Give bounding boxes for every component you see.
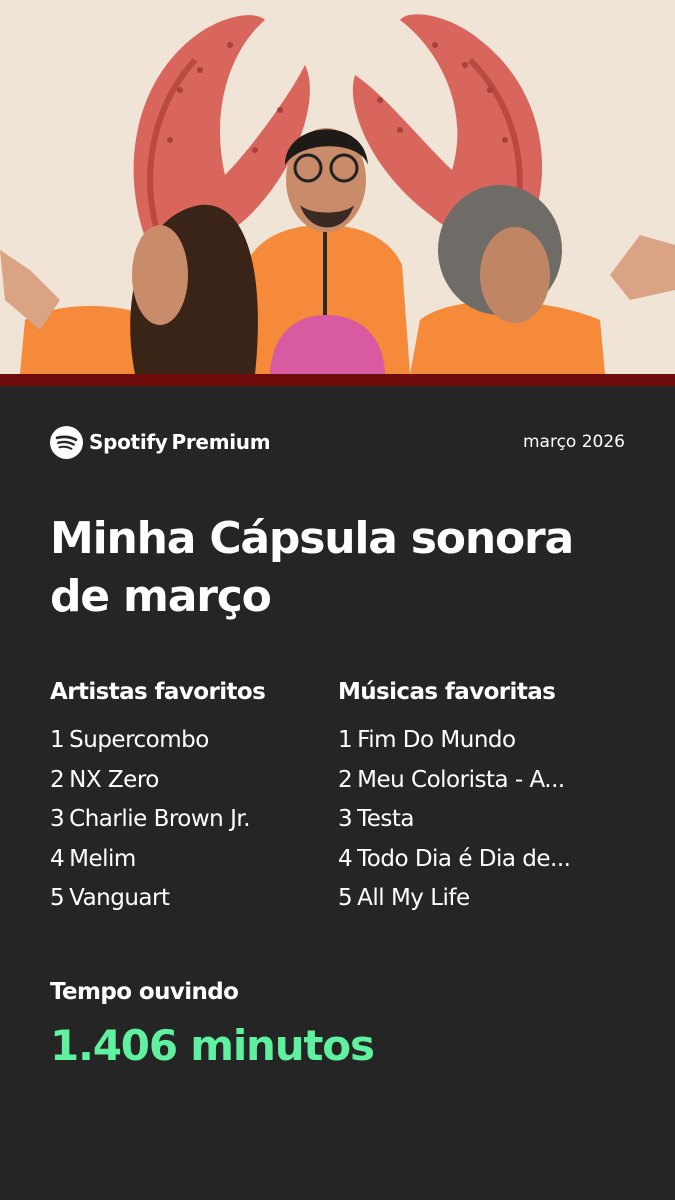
artist-rank: 1 bbox=[50, 727, 65, 753]
hero-divider-strip bbox=[0, 374, 675, 386]
artist-rank: 2 bbox=[50, 766, 65, 793]
top-artists-list: 1 Supercombo 2 NX Zero 3 Charlie Brown Jr. … bbox=[50, 721, 330, 919]
track-rank: 5 bbox=[338, 885, 353, 911]
track-name: All My Life bbox=[357, 885, 470, 911]
title-line-2: de março bbox=[50, 571, 272, 622]
track-item: 3 Testa bbox=[338, 800, 628, 840]
artist-name: Charlie Brown Jr. bbox=[69, 806, 251, 832]
brand-row: Spotify Premium março 2026 bbox=[50, 424, 625, 460]
brand-tier: Premium bbox=[171, 430, 271, 454]
track-item: 4 Todo Dia é Dia de... bbox=[338, 840, 628, 880]
artist-item: 2 NX Zero bbox=[50, 761, 330, 801]
artist-name: Vanguart bbox=[69, 885, 170, 911]
page-title: Minha Cápsula sonora de março bbox=[50, 510, 650, 626]
track-name: Meu Colorista - A... bbox=[357, 766, 565, 793]
artist-name: NX Zero bbox=[69, 766, 159, 793]
top-artists-heading: Artistas favoritos bbox=[50, 679, 266, 705]
spotify-logo-icon bbox=[50, 425, 83, 459]
spotify-logo: Spotify Premium bbox=[50, 424, 271, 460]
track-item: 1 Fim Do Mundo bbox=[338, 721, 628, 761]
artist-photo bbox=[0, 0, 675, 374]
artist-item: 1 Supercombo bbox=[50, 721, 330, 761]
listening-time-label: Tempo ouvindo bbox=[50, 979, 239, 1005]
top-tracks-section: Músicas favoritas 1 Fim Do Mundo 2 Meu Col… bbox=[338, 673, 628, 919]
track-rank: 4 bbox=[338, 845, 353, 872]
artist-rank: 5 bbox=[50, 885, 65, 911]
top-artists-section: Artistas favoritos 1 Supercombo 2 NX Zero … bbox=[50, 673, 330, 919]
track-rank: 1 bbox=[338, 727, 353, 753]
track-item: 5 All My Life bbox=[338, 879, 628, 919]
track-rank: 2 bbox=[338, 766, 353, 793]
top-tracks-list: 1 Fim Do Mundo 2 Meu Colorista - A... 3 Tes… bbox=[338, 721, 628, 919]
track-name: Fim Do Mundo bbox=[357, 727, 516, 753]
artist-item: 5 Vanguart bbox=[50, 879, 330, 919]
track-name: Todo Dia é Dia de... bbox=[357, 845, 571, 872]
artist-rank: 4 bbox=[50, 845, 65, 872]
track-rank: 3 bbox=[338, 806, 353, 832]
listening-time-value: 1.406 minutos bbox=[50, 1021, 375, 1070]
top-tracks-heading: Músicas favoritas bbox=[338, 679, 556, 705]
title-line-1: Minha Cápsula sonora bbox=[50, 513, 574, 564]
artist-name: Melim bbox=[69, 845, 136, 872]
track-name: Testa bbox=[357, 806, 415, 832]
artist-name: Supercombo bbox=[69, 727, 209, 753]
artist-rank: 3 bbox=[50, 806, 65, 832]
artist-item: 4 Melim bbox=[50, 840, 330, 880]
date-label: março 2026 bbox=[522, 432, 625, 452]
track-item: 2 Meu Colorista - A... bbox=[338, 761, 628, 801]
artist-item: 3 Charlie Brown Jr. bbox=[50, 800, 330, 840]
brand-name: Spotify bbox=[89, 430, 168, 454]
